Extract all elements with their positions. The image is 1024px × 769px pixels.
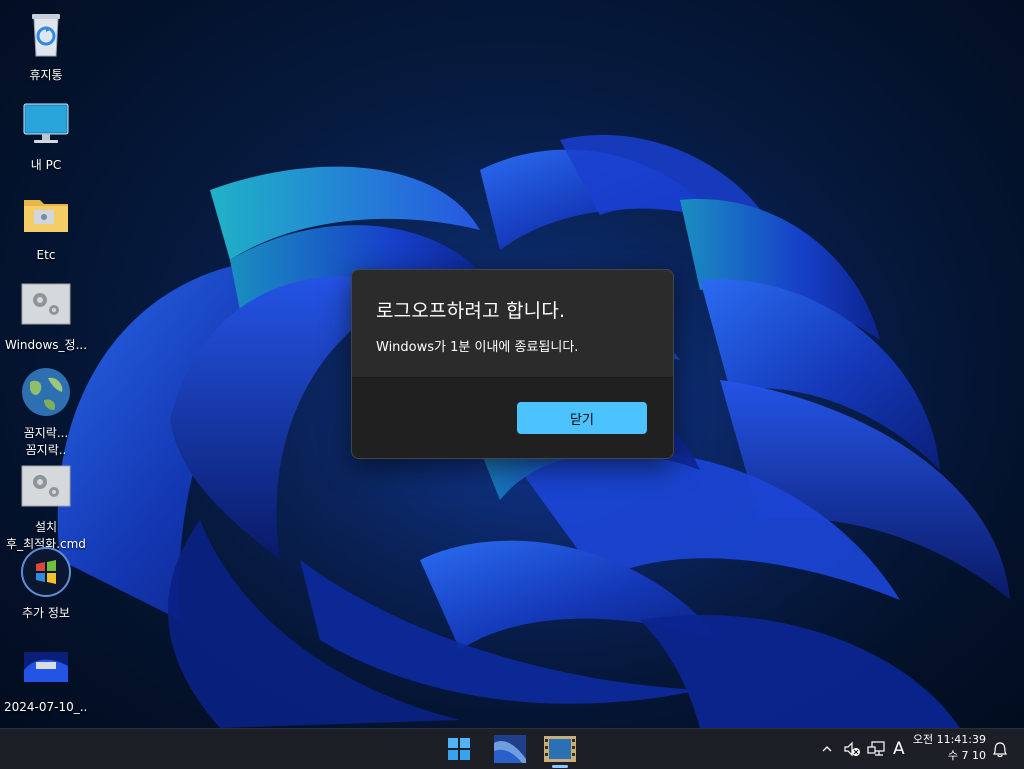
screenshot-image-icon (24, 652, 68, 682)
desktop-icon-screenshot-file[interactable]: 2024-07-10_... (4, 640, 88, 716)
windows-start-icon (448, 738, 470, 760)
notification-button[interactable] (992, 729, 1008, 769)
tray-volume-button[interactable] (843, 729, 861, 769)
dialog-title: 로그오프하려고 합니다. (376, 300, 566, 322)
network-disconnected-icon (867, 741, 885, 756)
desktop-icon-label: 추가 정보 (22, 606, 70, 620)
desktop-icon-etc-folder[interactable]: Etc (4, 188, 88, 264)
speaker-muted-icon (844, 741, 860, 757)
taskbar-app-wallpaper[interactable] (494, 733, 526, 765)
desktop-icon-post-install-cmd[interactable]: 설치 후_최적화.cmd (4, 460, 88, 553)
logoff-dialog: 로그오프하려고 합니다. Windows가 1분 이내에 종료됩니다. 닫기 (351, 269, 674, 459)
folder-icon (24, 200, 68, 232)
bell-icon (993, 742, 1007, 758)
film-app-icon (544, 736, 576, 762)
settings-gear-icon (21, 283, 71, 325)
wallpaper-app-icon (494, 735, 526, 763)
desktop-icon-this-pc[interactable]: 내 PC (4, 98, 88, 174)
tray-network-button[interactable] (866, 729, 886, 769)
taskbar-app-film[interactable] (544, 733, 576, 768)
tray-ime-indicator[interactable]: A (893, 729, 905, 769)
desktop-icon-label: 내 PC (30, 158, 62, 172)
settings-gear-icon (21, 465, 71, 507)
desktop-icon-label: 2024-07-10_... (4, 700, 88, 714)
taskbar-clock[interactable]: 오전 11:41:39 수 7 10 (913, 732, 986, 764)
windows-orb-icon (21, 547, 71, 597)
desktop-icon-globe-shortcut[interactable]: 꼼지락... 꼼지락.. (4, 366, 88, 459)
globe-icon (22, 368, 70, 416)
chevron-up-icon (822, 746, 832, 752)
desktop-icon-recycle-bin[interactable]: 휴지통 (4, 8, 88, 84)
dialog-footer: 닫기 (352, 377, 673, 458)
clock-date: 수 7 10 (947, 749, 986, 762)
desktop-icon-label: Etc (36, 248, 56, 262)
start-button[interactable] (443, 733, 475, 765)
desktop[interactable]: 휴지통 내 PC Etc Windows_정... 꼼지락... 꼼지락.. 설… (0, 0, 1024, 728)
desktop-icon-additional-info[interactable]: 추가 정보 (4, 546, 88, 622)
desktop-icon-label: 꼼지락... 꼼지락.. (23, 426, 69, 457)
taskbar: A 오전 11:41:39 수 7 10 (0, 728, 1024, 769)
desktop-icon-label: 휴지통 (29, 68, 63, 82)
close-button[interactable]: 닫기 (517, 402, 647, 434)
desktop-icon-label: Windows_정... (4, 338, 88, 352)
dialog-message: Windows가 1분 이내에 종료됩니다. (376, 340, 579, 355)
tray-overflow-button[interactable] (820, 729, 834, 769)
clock-time: 오전 11:41:39 (912, 733, 986, 746)
desktop-icon-windows-settings[interactable]: Windows_정... (4, 278, 88, 354)
monitor-icon (23, 103, 69, 143)
recycle-bin-icon (32, 14, 60, 57)
